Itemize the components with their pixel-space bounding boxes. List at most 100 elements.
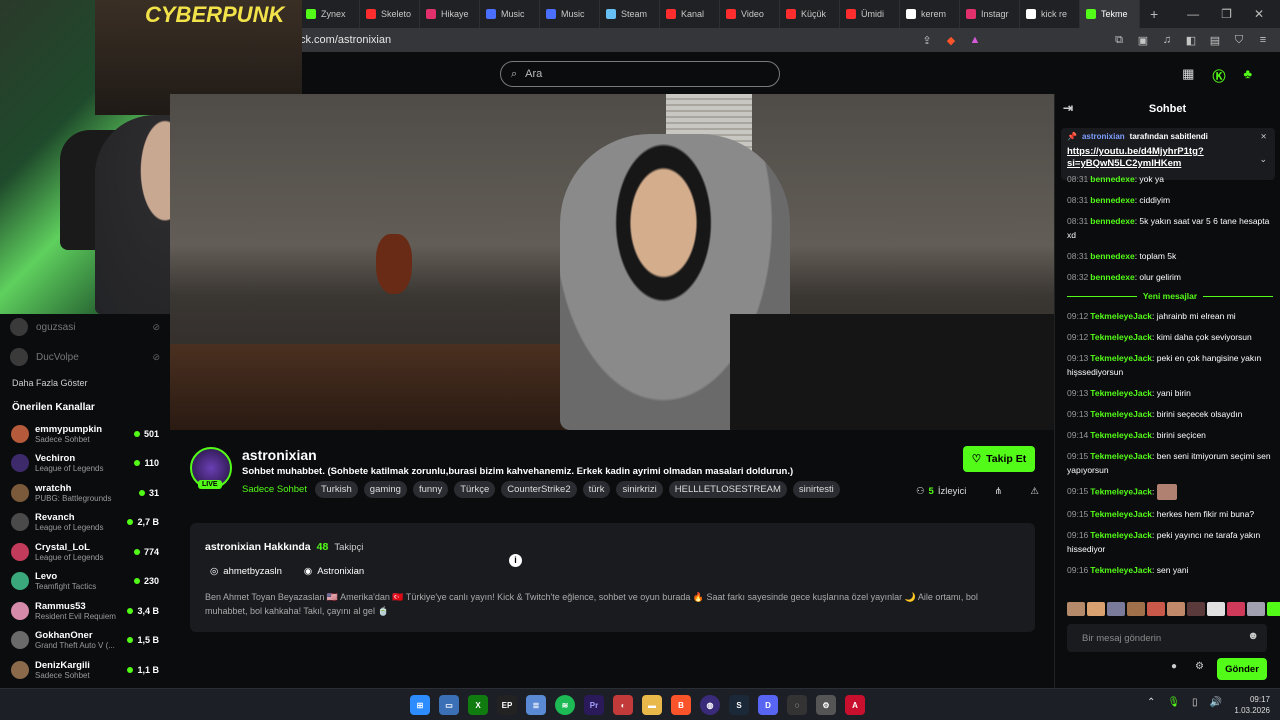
category-link[interactable]: Sadece Sohbet (242, 484, 307, 495)
emote[interactable] (1107, 602, 1125, 616)
recommended-channel[interactable]: GokhanOner Grand Theft Auto V (... 1,5 B (0, 626, 170, 656)
browser-tab[interactable]: Hikaye (420, 0, 480, 28)
followed-channel[interactable]: DucVolpe ⊘ (0, 342, 170, 372)
emote[interactable] (1227, 602, 1245, 616)
recommended-channel[interactable]: Vechiron League of Legends 110 (0, 449, 170, 479)
instagram-link[interactable]: ◎ ahmetbyzasln (210, 566, 282, 577)
tag-chip[interactable]: CounterStrike2 (501, 481, 577, 498)
clock[interactable]: 09:17 1.03.2026 (1234, 694, 1270, 716)
message-user[interactable]: bennedexe (1090, 195, 1134, 205)
message-user[interactable]: bennedexe (1090, 251, 1134, 261)
rewards-icon[interactable]: ▲ (968, 34, 982, 46)
tag-chip[interactable]: funny (412, 481, 449, 498)
browser-tab[interactable]: Music (540, 0, 600, 28)
message-user[interactable]: TekmeleyeJack (1090, 430, 1152, 440)
tag-chip[interactable]: Türkçe (454, 481, 496, 498)
share-icon[interactable]: ⋔ (994, 486, 1002, 497)
message-user[interactable]: TekmeleyeJack (1090, 565, 1152, 575)
report-icon[interactable]: ⚠ (1030, 486, 1039, 497)
recommended-channel[interactable]: Revanch League of Legends 2,7 B (0, 508, 170, 538)
recommended-channel[interactable]: Rammus53 Resident Evil Requiem 3,4 B (0, 596, 170, 626)
message-user[interactable]: TekmeleyeJack (1090, 451, 1152, 461)
send-button[interactable]: Gönder (1217, 658, 1267, 680)
message-user[interactable]: bennedexe (1090, 174, 1134, 184)
mic-icon[interactable]: 🎙 (1167, 697, 1180, 708)
folder-icon[interactable]: ▬ (642, 695, 662, 715)
new-tab-button[interactable]: + (1140, 6, 1168, 22)
emote[interactable] (1247, 602, 1265, 616)
emote[interactable] (1147, 602, 1165, 616)
discord-link[interactable]: ◉ Astronixian (304, 566, 364, 577)
network-icon[interactable]: ▯ (1192, 697, 1198, 708)
browser-tab[interactable]: Skeleto (360, 0, 420, 28)
followed-channel[interactable]: oguzsasi ⊘ (0, 312, 170, 342)
emote[interactable] (1167, 602, 1185, 616)
browser-tab[interactable]: Music (480, 0, 540, 28)
browser-tab[interactable]: Ümidi (840, 0, 900, 28)
music-icon[interactable]: ♫ (1160, 34, 1174, 46)
start-icon[interactable]: ⊞ (410, 695, 430, 715)
stream-video[interactable] (170, 94, 1054, 430)
monitor-icon[interactable]: ▭ (439, 695, 459, 715)
browser-tab[interactable]: Video (720, 0, 780, 28)
browser-tab[interactable]: kerem (900, 0, 960, 28)
chevron-up-icon[interactable]: ⌃ (1147, 697, 1155, 708)
tag-chip[interactable]: HELLLETLOSESTREAM (668, 481, 787, 498)
epic-icon[interactable]: EP (497, 695, 517, 715)
xbox-icon[interactable]: X (468, 695, 488, 715)
browser-tab[interactable]: Zynex (300, 0, 360, 28)
recommended-channel[interactable]: DenizKargili Sadece Sohbet 1,1 B (0, 655, 170, 685)
browser-tab[interactable]: kick re (1020, 0, 1080, 28)
message-user[interactable]: TekmeleyeJack (1090, 486, 1152, 496)
sidebar-icon[interactable]: ◧ (1184, 34, 1198, 47)
channel-name[interactable]: astronixian (242, 447, 317, 463)
share-icon[interactable]: ⇪ (920, 34, 934, 47)
emote[interactable] (1087, 602, 1105, 616)
amd-icon[interactable]: A (845, 695, 865, 715)
browser-tab[interactable]: Instagr (960, 0, 1020, 28)
chat-bubble-icon[interactable]: ● (1171, 661, 1177, 672)
maximize-icon[interactable]: ❐ (1221, 7, 1232, 21)
emote[interactable] (1067, 602, 1085, 616)
steam-icon[interactable]: S (729, 695, 749, 715)
unpin-icon[interactable]: ⨯ (1260, 132, 1267, 141)
browser-tab[interactable]: Steam (600, 0, 660, 28)
tag-chip[interactable]: gaming (363, 481, 407, 498)
tag-chip[interactable]: sinirkrizi (616, 481, 663, 498)
discord-icon[interactable]: D (758, 695, 778, 715)
spotify-icon[interactable]: ≋ (555, 695, 575, 715)
settings-icon[interactable]: ⚙ (816, 695, 836, 715)
url-field[interactable]: ck.com/astronixian (300, 34, 920, 46)
browser-tab[interactable]: Kanal (660, 0, 720, 28)
tag-chip[interactable]: türk (582, 481, 611, 498)
recommended-channel[interactable]: emmypumpkin Sadece Sohbet 501 (0, 419, 170, 449)
emoji-icon[interactable]: ☻ (1247, 630, 1259, 642)
premiere-icon[interactable]: Pr (584, 695, 604, 715)
extensions-icon[interactable]: ⧉ (1112, 34, 1126, 47)
message-user[interactable]: TekmeleyeJack (1090, 332, 1152, 342)
emote[interactable] (1127, 602, 1145, 616)
obs-icon[interactable]: ◍ (700, 695, 720, 715)
emote[interactable] (1267, 602, 1280, 616)
minimize-icon[interactable]: — (1187, 7, 1199, 21)
search-input[interactable]: ⌕ Ara (500, 61, 780, 87)
menu-icon[interactable]: ≡ (1256, 34, 1270, 46)
app2-icon[interactable]: ◌ (787, 695, 807, 715)
pinned-link[interactable]: https://youtu.be/d4MjyhrP1tg?si=yBQwN5LC… (1067, 146, 1227, 170)
emote[interactable] (1207, 602, 1225, 616)
volume-icon[interactable]: 🔊 (1210, 697, 1222, 708)
message-user[interactable]: TekmeleyeJack (1090, 509, 1152, 519)
message-user[interactable]: TekmeleyeJack (1090, 353, 1152, 363)
settings-icon[interactable]: ⚙ (1195, 661, 1204, 672)
emote[interactable] (1187, 602, 1205, 616)
follow-button[interactable]: ♡ Takip Et (963, 446, 1035, 472)
browser-tab[interactable]: Küçük (780, 0, 840, 28)
wallet-icon[interactable]: ▤ (1208, 34, 1222, 47)
tag-chip[interactable]: sinirtesti (792, 481, 840, 498)
close-icon[interactable]: ✕ (1254, 7, 1264, 21)
recommended-channel[interactable]: Levo Teamfight Tactics 230 (0, 567, 170, 597)
message-user[interactable]: TekmeleyeJack (1090, 388, 1152, 398)
app-icon[interactable]: ◐ (613, 695, 633, 715)
vpn-icon[interactable]: ⛉ (1232, 34, 1246, 47)
browser-tab[interactable]: Tekme (1080, 0, 1140, 28)
